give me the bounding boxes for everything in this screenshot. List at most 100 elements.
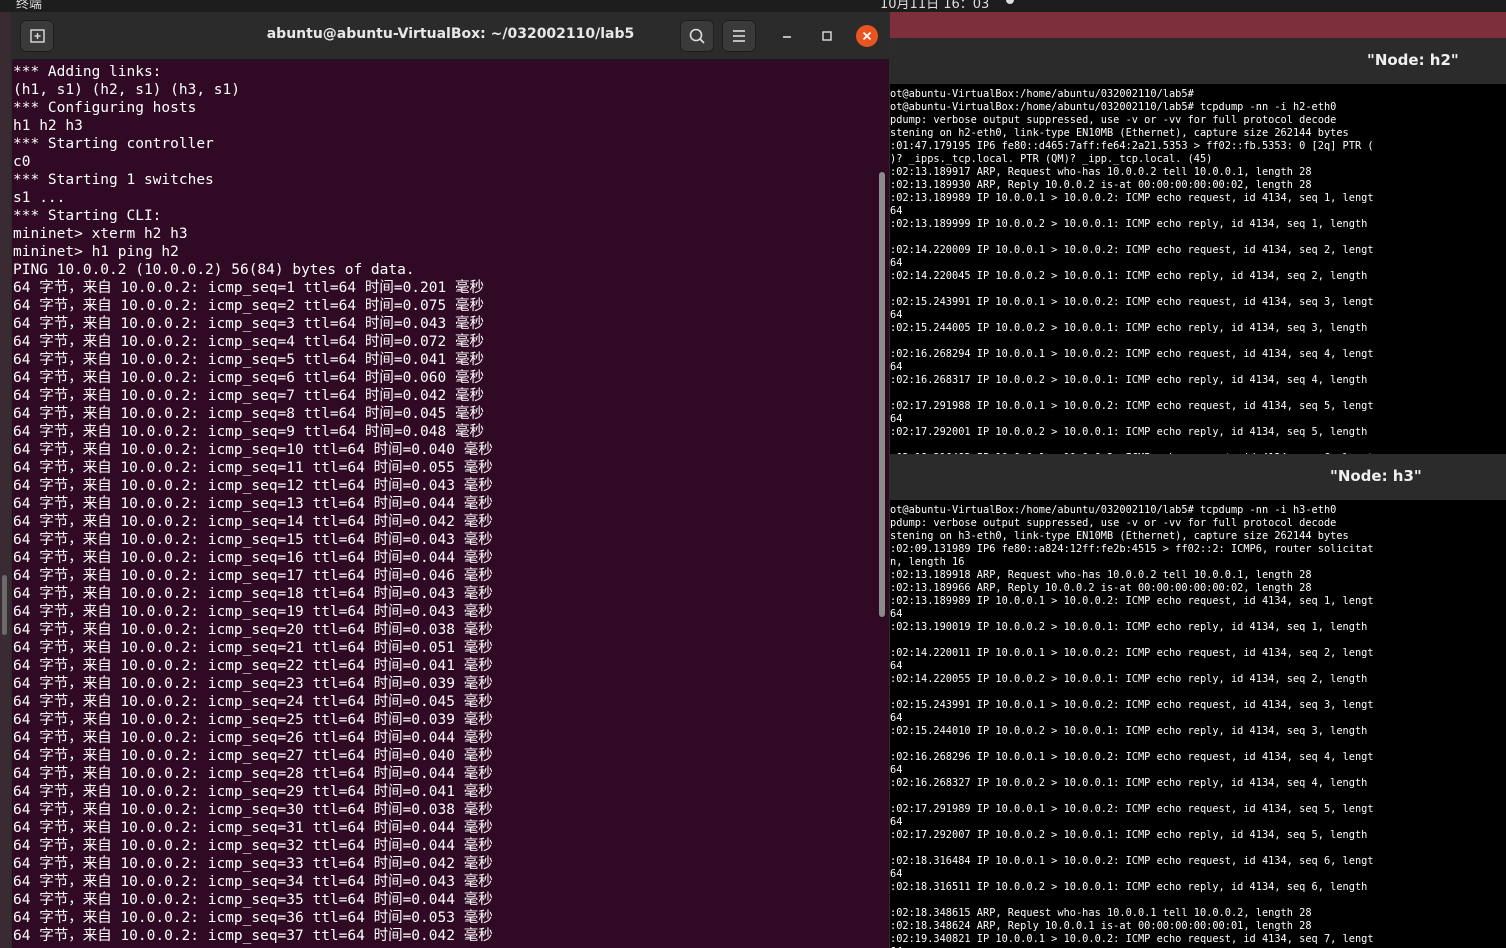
output-line: 64 字节，来自 10.0.0.2: icmp_seq=21 ttl=64 时间… bbox=[13, 640, 493, 656]
output-line: s1 ... bbox=[13, 190, 66, 206]
output-line: 64 字节，来自 10.0.0.2: icmp_seq=34 ttl=64 时间… bbox=[13, 874, 493, 890]
xterm-h2-output[interactable]: ot@abuntu-VirtualBox:/home/abuntu/032002… bbox=[890, 88, 1506, 454]
output-line: pdump: verbose output suppressed, use -v… bbox=[890, 114, 1337, 126]
output-line: stening on h3-eth0, link-type EN10MB (Et… bbox=[890, 530, 1349, 542]
terminal-title: abuntu@abuntu-VirtualBox: ~/032002110/la… bbox=[266, 26, 635, 42]
output-line: 64 字节，来自 10.0.0.2: icmp_seq=11 ttl=64 时间… bbox=[13, 460, 493, 476]
desktop-background bbox=[890, 12, 1506, 40]
output-line: :02:16.268317 IP 10.0.0.2 > 10.0.0.1: IC… bbox=[890, 374, 1368, 386]
output-line: :02:09.131989 IP6 fe80::a824:12ff:fe2b:4… bbox=[890, 543, 1374, 555]
output-line: 64 字节，来自 10.0.0.2: icmp_seq=28 ttl=64 时间… bbox=[13, 766, 493, 782]
output-line: pdump: verbose output suppressed, use -v… bbox=[890, 517, 1337, 529]
output-line: :02:13.189989 IP 10.0.0.1 > 10.0.0.2: IC… bbox=[890, 192, 1374, 204]
output-line: 64 bbox=[890, 205, 903, 217]
output-line: :02:18.316511 IP 10.0.0.2 > 10.0.0.1: IC… bbox=[890, 881, 1368, 893]
output-line: 64 字节，来自 10.0.0.2: icmp_seq=1 ttl=64 时间=… bbox=[13, 280, 484, 296]
output-line: 64 字节，来自 10.0.0.2: icmp_seq=12 ttl=64 时间… bbox=[13, 478, 493, 494]
output-line: :02:16.268296 IP 10.0.0.1 > 10.0.0.2: IC… bbox=[890, 751, 1374, 763]
output-line: :02:18.316484 IP 10.0.0.1 > 10.0.0.2: IC… bbox=[890, 855, 1374, 867]
xterm-window-h3[interactable]: "Node: h3" ot@abuntu-VirtualBox:/home/ab… bbox=[890, 454, 1506, 948]
xterm-h3-title: "Node: h3" bbox=[1330, 467, 1422, 485]
terminal-scrollbar[interactable] bbox=[879, 172, 885, 617]
output-line: c0 bbox=[13, 154, 31, 170]
output-line: 64 字节，来自 10.0.0.2: icmp_seq=29 ttl=64 时间… bbox=[13, 784, 493, 800]
output-line: 64 字节，来自 10.0.0.2: icmp_seq=35 ttl=64 时间… bbox=[13, 892, 493, 908]
output-line: 64 字节，来自 10.0.0.2: icmp_seq=36 ttl=64 时间… bbox=[13, 910, 493, 926]
output-line: :02:19.340821 IP 10.0.0.1 > 10.0.0.2: IC… bbox=[890, 933, 1374, 945]
output-line: h1 h2 h3 bbox=[13, 118, 83, 134]
clock[interactable]: 10月11日 16：03 bbox=[880, 0, 989, 12]
output-line: 64 字节，来自 10.0.0.2: icmp_seq=18 ttl=64 时间… bbox=[13, 586, 493, 602]
minimize-icon[interactable] bbox=[776, 25, 798, 47]
xterm-h3-titlebar[interactable]: "Node: h3" bbox=[890, 454, 1506, 500]
activities-app-name[interactable]: 终端 bbox=[16, 0, 42, 12]
output-line: *** Starting controller bbox=[13, 136, 214, 152]
output-line: :02:15.243991 IP 10.0.0.1 > 10.0.0.2: IC… bbox=[890, 296, 1374, 308]
output-line: :02:14.220009 IP 10.0.0.1 > 10.0.0.2: IC… bbox=[890, 244, 1374, 256]
output-line: 64 bbox=[890, 816, 903, 828]
output-line: :02:14.220045 IP 10.0.0.2 > 10.0.0.1: IC… bbox=[890, 270, 1368, 282]
output-line: 64 字节，来自 10.0.0.2: icmp_seq=10 ttl=64 时间… bbox=[13, 442, 493, 458]
output-line: *** Starting 1 switches bbox=[13, 172, 214, 188]
dock-handle[interactable] bbox=[2, 575, 7, 635]
output-line: 64 字节，来自 10.0.0.2: icmp_seq=13 ttl=64 时间… bbox=[13, 496, 493, 512]
output-line: 64 字节，来自 10.0.0.2: icmp_seq=26 ttl=64 时间… bbox=[13, 730, 493, 746]
output-line: 64 字节，来自 10.0.0.2: icmp_seq=33 ttl=64 时间… bbox=[13, 856, 493, 872]
output-line: :02:13.189999 IP 10.0.0.2 > 10.0.0.1: IC… bbox=[890, 218, 1368, 230]
output-line: mininet> h1 ping h2 bbox=[13, 244, 179, 260]
status-dot-icon bbox=[1006, 0, 1014, 4]
dock bbox=[0, 12, 10, 948]
output-line: 64 bbox=[890, 361, 903, 373]
terminal-window[interactable]: abuntu@abuntu-VirtualBox: ~/032002110/la… bbox=[12, 12, 889, 948]
output-line: :02:17.291988 IP 10.0.0.1 > 10.0.0.2: IC… bbox=[890, 400, 1374, 412]
output-line: 64 字节，来自 10.0.0.2: icmp_seq=27 ttl=64 时间… bbox=[13, 748, 493, 764]
output-line: 64 字节，来自 10.0.0.2: icmp_seq=4 ttl=64 时间=… bbox=[13, 334, 484, 350]
close-button[interactable] bbox=[856, 25, 878, 47]
terminal-header-bar[interactable]: abuntu@abuntu-VirtualBox: ~/032002110/la… bbox=[12, 12, 889, 60]
output-line: 64 字节，来自 10.0.0.2: icmp_seq=23 ttl=64 时间… bbox=[13, 676, 493, 692]
output-line: :02:16.268294 IP 10.0.0.1 > 10.0.0.2: IC… bbox=[890, 348, 1374, 360]
search-button[interactable] bbox=[680, 20, 714, 52]
output-line: :02:13.189966 ARP, Reply 10.0.0.2 is-at … bbox=[890, 582, 1312, 594]
search-icon bbox=[689, 28, 705, 44]
output-line: ot@abuntu-VirtualBox:/home/abuntu/032002… bbox=[890, 101, 1337, 113]
output-line: 64 字节，来自 10.0.0.2: icmp_seq=7 ttl=64 时间=… bbox=[13, 388, 484, 404]
output-line: stening on h2-eth0, link-type EN10MB (Et… bbox=[890, 127, 1349, 139]
output-line: 64 bbox=[890, 257, 903, 269]
output-line: :02:17.292001 IP 10.0.0.2 > 10.0.0.1: IC… bbox=[890, 426, 1368, 438]
xterm-h2-titlebar[interactable]: "Node: h2" bbox=[890, 38, 1506, 84]
output-line: :02:17.291989 IP 10.0.0.1 > 10.0.0.2: IC… bbox=[890, 803, 1374, 815]
xterm-window-h2[interactable]: "Node: h2" ot@abuntu-VirtualBox:/home/ab… bbox=[890, 38, 1506, 454]
output-line: 64 字节，来自 10.0.0.2: icmp_seq=22 ttl=64 时间… bbox=[13, 658, 493, 674]
output-line: :02:18.348615 ARP, Request who-has 10.0.… bbox=[890, 907, 1312, 919]
output-line: 64 bbox=[890, 608, 903, 620]
output-line: 64 字节，来自 10.0.0.2: icmp_seq=8 ttl=64 时间=… bbox=[13, 406, 484, 422]
output-line: *** Adding links: bbox=[13, 64, 162, 80]
output-line: :02:13.190019 IP 10.0.0.2 > 10.0.0.1: IC… bbox=[890, 621, 1368, 633]
output-line: :02:15.244005 IP 10.0.0.2 > 10.0.0.1: IC… bbox=[890, 322, 1368, 334]
maximize-icon[interactable] bbox=[816, 25, 838, 47]
hamburger-menu-icon bbox=[733, 30, 745, 42]
output-line: :02:13.189917 ARP, Request who-has 10.0.… bbox=[890, 166, 1312, 178]
output-line: 64 字节，来自 10.0.0.2: icmp_seq=31 ttl=64 时间… bbox=[13, 820, 493, 836]
terminal-output[interactable]: *** Adding links: (h1, s1) (h2, s1) (h3, … bbox=[13, 63, 873, 948]
output-line: 64 字节，来自 10.0.0.2: icmp_seq=20 ttl=64 时间… bbox=[13, 622, 493, 638]
output-line: *** Starting CLI: bbox=[13, 208, 162, 224]
menu-button[interactable] bbox=[722, 20, 756, 52]
output-line: :02:15.243991 IP 10.0.0.1 > 10.0.0.2: IC… bbox=[890, 699, 1374, 711]
output-line: 64 bbox=[890, 309, 903, 321]
output-line: 64 字节，来自 10.0.0.2: icmp_seq=32 ttl=64 时间… bbox=[13, 838, 493, 854]
output-line: :02:13.189989 IP 10.0.0.1 > 10.0.0.2: IC… bbox=[890, 595, 1374, 607]
close-icon bbox=[862, 31, 872, 41]
output-line: 64 字节，来自 10.0.0.2: icmp_seq=17 ttl=64 时间… bbox=[13, 568, 493, 584]
output-line: 64 bbox=[890, 660, 903, 672]
xterm-h3-output[interactable]: ot@abuntu-VirtualBox:/home/abuntu/032002… bbox=[890, 504, 1506, 948]
output-line: 64 字节，来自 10.0.0.2: icmp_seq=3 ttl=64 时间=… bbox=[13, 316, 484, 332]
